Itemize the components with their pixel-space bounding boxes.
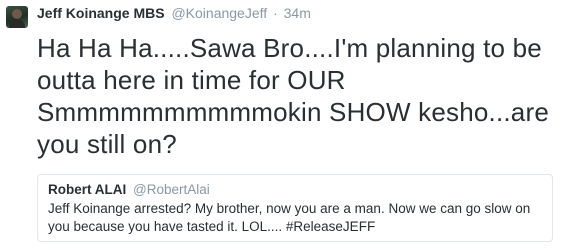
quoted-tweet[interactable]: Robert ALAI @RobertAlai Jeff Koinange ar… bbox=[37, 174, 553, 242]
author-avatar[interactable] bbox=[6, 6, 28, 28]
quoted-tweet-text: Jeff Koinange arrested? My brother, now … bbox=[48, 201, 531, 234]
quoted-author-handle: @RobertAlai bbox=[133, 182, 210, 197]
tweet-text: Ha Ha Ha.....Sawa Bro....I'm planning to… bbox=[37, 33, 549, 159]
tweet-timestamp[interactable]: 34m bbox=[284, 5, 311, 21]
author-name[interactable]: Jeff Koinange MBS bbox=[37, 5, 165, 21]
tweet-card: Jeff Koinange MBS @KoinangeJeff · 34m Ha… bbox=[0, 0, 567, 252]
author-handle[interactable]: @KoinangeJeff bbox=[171, 5, 267, 21]
quoted-tweet-header: Robert ALAI @RobertAlai bbox=[48, 181, 542, 198]
tweet-header: Jeff Koinange MBS @KoinangeJeff · 34m bbox=[37, 4, 311, 22]
header-separator: · bbox=[273, 5, 278, 21]
quoted-author-name: Robert ALAI bbox=[48, 182, 127, 197]
